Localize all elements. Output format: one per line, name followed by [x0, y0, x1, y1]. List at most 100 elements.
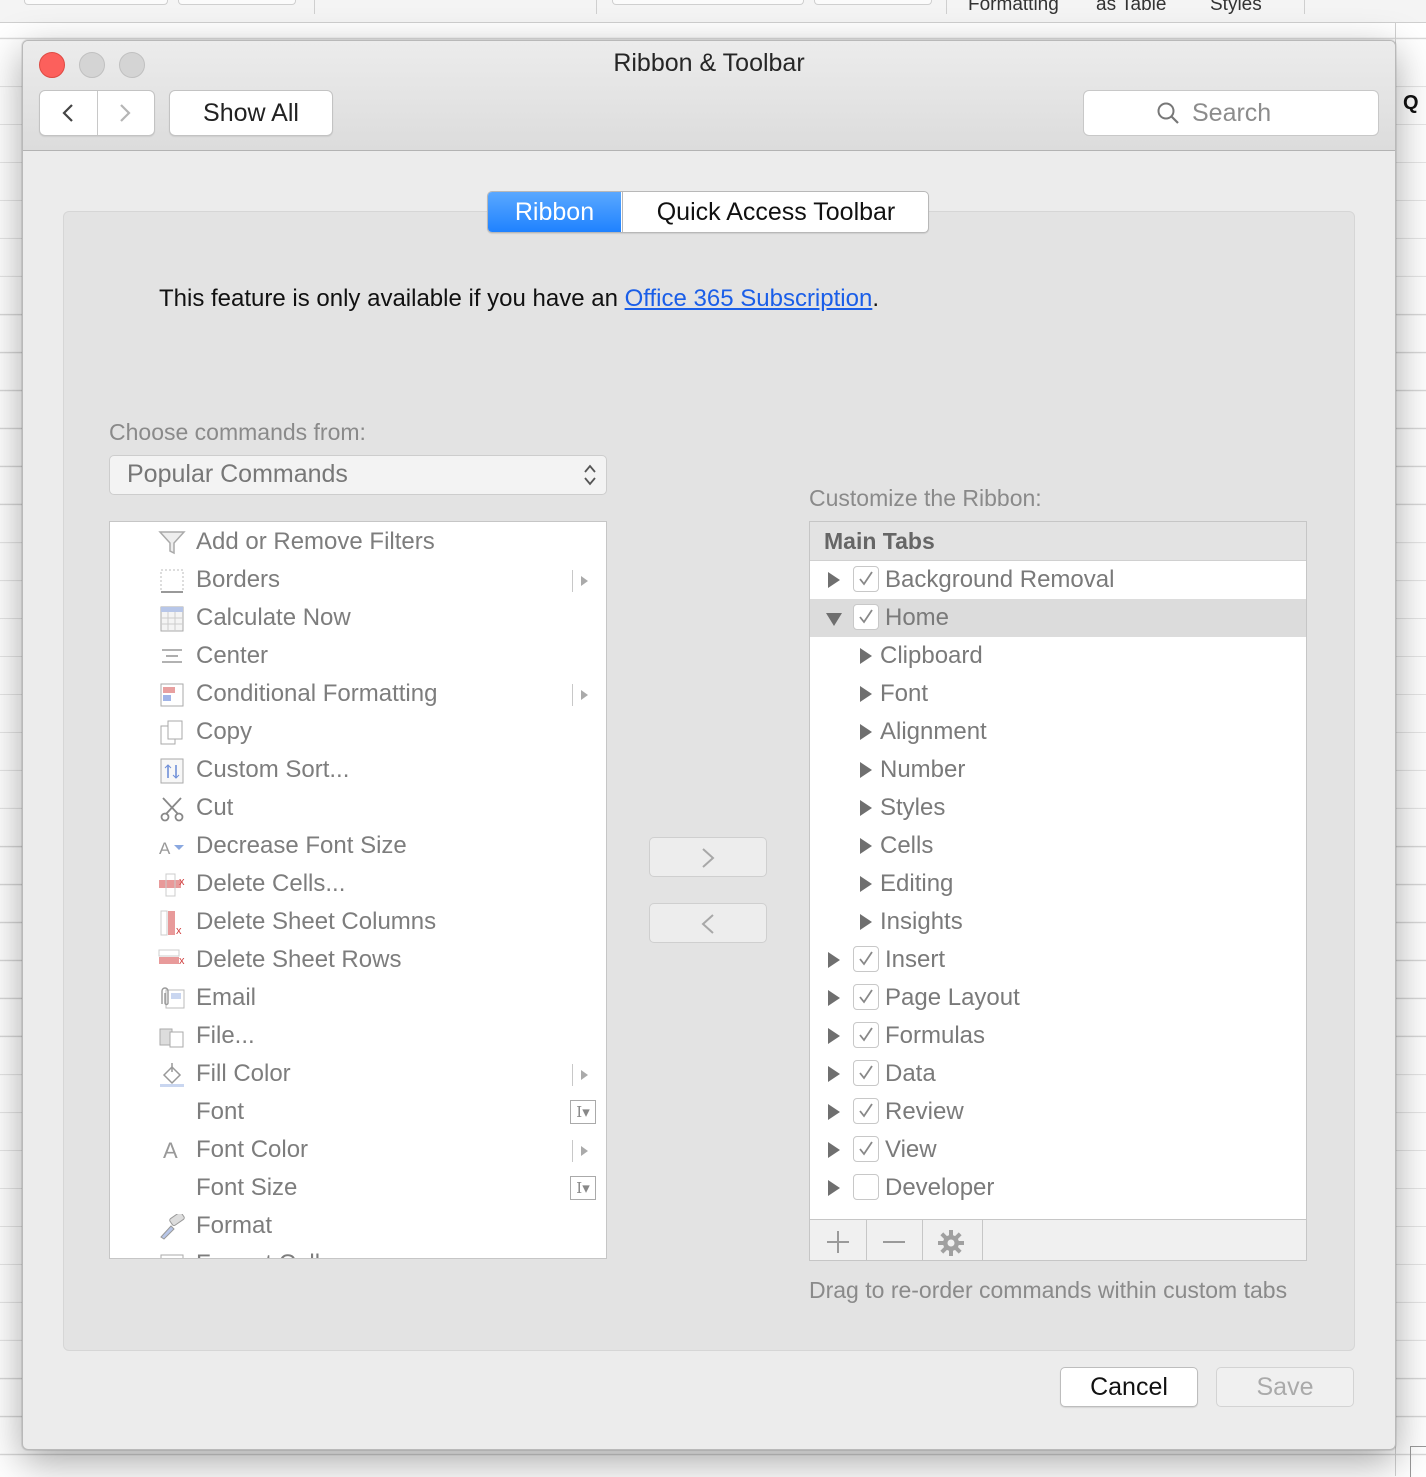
ribbon-group-item[interactable]: Number — [810, 751, 1306, 789]
ribbon-group-item[interactable]: Editing — [810, 865, 1306, 903]
command-item[interactable]: Font Size I▾ — [110, 1170, 606, 1208]
command-item[interactable]: Conditional Formatting — [110, 676, 606, 714]
ribbon-group-item[interactable]: Styles — [810, 789, 1306, 827]
command-item[interactable]: File... — [110, 1018, 606, 1056]
disclosure-right-icon[interactable] — [860, 838, 872, 854]
disclosure-right-icon[interactable] — [860, 800, 872, 816]
command-label: Conditional Formatting — [196, 680, 438, 707]
ribbon-tab-item[interactable]: Formulas — [810, 1017, 1306, 1055]
ribbon-tab-item[interactable]: Background Removal — [810, 561, 1306, 599]
command-item[interactable]: x Delete Sheet Rows — [110, 942, 606, 980]
disclosure-right-icon[interactable] — [828, 952, 840, 968]
command-item[interactable]: x Delete Sheet Columns — [110, 904, 606, 942]
ribbon-group-item[interactable]: Clipboard — [810, 637, 1306, 675]
command-item[interactable]: Calculate Now — [110, 600, 606, 638]
disclosure-right-icon[interactable] — [860, 876, 872, 892]
tab-visibility-checkbox[interactable] — [853, 1174, 879, 1200]
show-all-button[interactable]: Show All — [169, 90, 333, 136]
add-command-button[interactable] — [649, 837, 767, 877]
search-field[interactable]: Search — [1083, 90, 1379, 136]
tree-item-label: Data — [885, 1060, 936, 1087]
ribbon-tab-item[interactable]: Insert — [810, 941, 1306, 979]
tab-visibility-checkbox[interactable] — [853, 1022, 879, 1048]
ribbon-tab-item[interactable]: View — [810, 1131, 1306, 1169]
back-button[interactable] — [40, 91, 98, 135]
command-item[interactable]: Add or Remove Filters — [110, 524, 606, 562]
ribbon-tab-item[interactable]: Developer — [810, 1169, 1306, 1207]
disclosure-down-icon[interactable] — [826, 613, 842, 626]
disclosure-right-icon[interactable] — [828, 572, 840, 588]
command-item[interactable]: Email — [110, 980, 606, 1018]
add-tab-button[interactable] — [810, 1220, 867, 1260]
ribbon-group-item[interactable]: Alignment — [810, 713, 1306, 751]
command-item[interactable]: x Delete Cells... — [110, 866, 606, 904]
office-365-subscription-link[interactable]: Office 365 Subscription — [625, 285, 873, 312]
command-item[interactable]: Custom Sort... — [110, 752, 606, 790]
ribbon-group-item[interactable]: Cells — [810, 827, 1306, 865]
tree-toolbar — [810, 1219, 1306, 1260]
cancel-button[interactable]: Cancel — [1060, 1367, 1198, 1407]
command-item[interactable]: Center — [110, 638, 606, 676]
disclosure-right-icon[interactable] — [828, 1180, 840, 1196]
command-label: Center — [196, 642, 269, 669]
tab-visibility-checkbox[interactable] — [853, 946, 879, 972]
ribbon-group-item[interactable]: Font — [810, 675, 1306, 713]
command-item[interactable]: Format — [110, 1208, 606, 1246]
command-item[interactable]: A Font Color — [110, 1132, 606, 1170]
disclosure-right-icon[interactable] — [860, 648, 872, 664]
commands-source-value: Popular Commands — [127, 460, 348, 488]
disclosure-right-icon[interactable] — [828, 1142, 840, 1158]
save-button[interactable]: Save — [1216, 1367, 1354, 1407]
tree-item-label: Styles — [880, 794, 946, 821]
disclosure-right-icon[interactable] — [828, 1028, 840, 1044]
title-bar: Ribbon & Toolbar Show All Search — [23, 41, 1395, 151]
tab-options-button[interactable] — [922, 1220, 983, 1260]
command-item[interactable]: Borders — [110, 562, 606, 600]
submenu-arrow-icon — [572, 684, 593, 706]
tab-visibility-checkbox[interactable] — [853, 984, 879, 1010]
background-divider — [314, 0, 315, 14]
tab-ribbon[interactable]: Ribbon — [488, 192, 621, 232]
disclosure-right-icon[interactable] — [828, 1066, 840, 1082]
command-item[interactable]: Font I▾ — [110, 1094, 606, 1132]
remove-tab-button[interactable] — [866, 1220, 923, 1260]
ribbon-tab-item[interactable]: Page Layout — [810, 979, 1306, 1017]
command-item[interactable]: Format Cells — [110, 1246, 606, 1258]
remove-command-button[interactable] — [649, 903, 767, 943]
submenu-arrow-icon — [572, 570, 593, 592]
notice-suffix: . — [872, 285, 879, 312]
disclosure-right-icon[interactable] — [828, 1104, 840, 1120]
sort-icon — [158, 758, 186, 784]
forward-button[interactable] — [97, 91, 154, 135]
disclosure-right-icon[interactable] — [860, 686, 872, 702]
tab-visibility-checkbox[interactable] — [853, 604, 879, 630]
tab-quick-access-toolbar[interactable]: Quick Access Toolbar — [622, 192, 928, 232]
tab-visibility-checkbox[interactable] — [853, 1098, 879, 1124]
scissors-icon — [158, 796, 186, 822]
font-color-icon: A — [158, 1138, 186, 1164]
ribbon-group-item[interactable]: Insights — [810, 903, 1306, 941]
disclosure-right-icon[interactable] — [828, 990, 840, 1006]
disclosure-right-icon[interactable] — [860, 724, 872, 740]
command-label: Borders — [196, 566, 281, 593]
commands-source-select[interactable]: Popular Commands — [109, 455, 607, 495]
ribbon-tab-item[interactable]: Home — [810, 599, 1306, 637]
background-divider — [596, 0, 597, 14]
navigation-buttons — [39, 90, 155, 136]
command-label: File... — [196, 1022, 255, 1049]
ribbon-tab-item[interactable]: Data — [810, 1055, 1306, 1093]
disclosure-right-icon[interactable] — [860, 914, 872, 930]
disclosure-right-icon[interactable] — [860, 762, 872, 778]
background-ribbon-label: as Table — [1096, 0, 1167, 15]
commands-list[interactable]: Add or Remove Filters Borders Calculate No… — [109, 521, 607, 1259]
command-item[interactable]: Cut — [110, 790, 606, 828]
command-item[interactable]: Copy — [110, 714, 606, 752]
command-item[interactable]: Fill Color — [110, 1056, 606, 1094]
tab-visibility-checkbox[interactable] — [853, 566, 879, 592]
tab-visibility-checkbox[interactable] — [853, 1136, 879, 1162]
tab-visibility-checkbox[interactable] — [853, 1060, 879, 1086]
command-item[interactable]: A Decrease Font Size — [110, 828, 606, 866]
tree-item-label: Developer — [885, 1174, 995, 1201]
ribbon-tab-item[interactable]: Review — [810, 1093, 1306, 1131]
svg-text:A: A — [159, 839, 171, 858]
